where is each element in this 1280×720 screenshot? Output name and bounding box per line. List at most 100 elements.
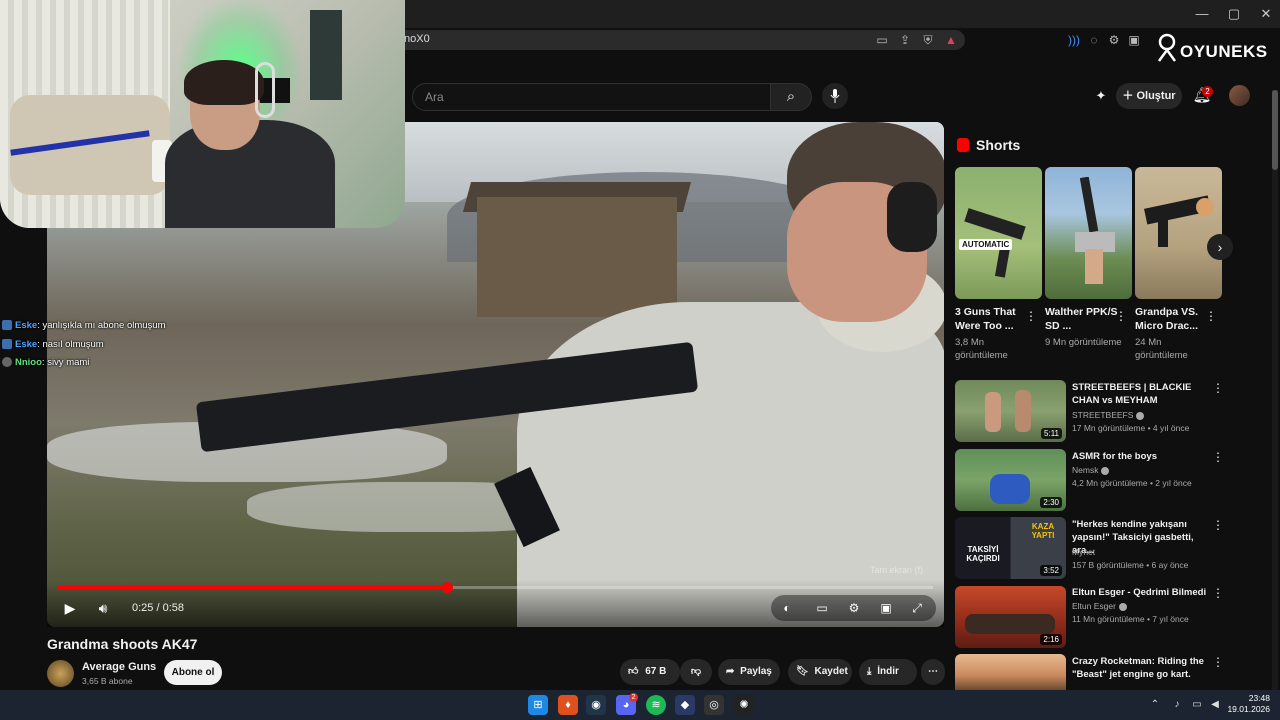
share-label: Paylaş	[740, 666, 772, 677]
play-button[interactable]: ▶	[60, 598, 80, 618]
sparkle-icon[interactable]: ✦	[1092, 87, 1110, 105]
platform-icon	[2, 357, 12, 368]
channel-name[interactable]: Average Guns	[82, 661, 156, 673]
shorts-next-button[interactable]: ›	[1207, 234, 1233, 260]
taskbar-clock[interactable]: 23:48 19.01.2026	[1225, 693, 1270, 715]
volume-button[interactable]: 🔊︎	[93, 598, 113, 618]
recommendation-title[interactable]: STREETBEEFS | BLACKIE CHAN vs MEYHAM	[1072, 381, 1210, 407]
microphone-icon	[830, 89, 840, 103]
recommendation-thumbnail[interactable]: TAKSİYİ KAÇIRDI KAZA YAPTI 3:52	[955, 517, 1066, 579]
short-thumbnail[interactable]	[1045, 167, 1132, 299]
page-scrollbar[interactable]	[1272, 90, 1278, 690]
settings-icon[interactable]: ⚙	[1106, 32, 1122, 48]
save-button[interactable]: 🔖︎ Kaydet	[788, 659, 852, 685]
recommendation-thumbnail[interactable]: 2:16	[955, 586, 1066, 648]
search-button[interactable]: ⌕	[770, 83, 812, 111]
brave-browser-icon[interactable]: ♦	[558, 695, 578, 715]
search-input[interactable]: Ara	[412, 83, 772, 111]
more-actions-button[interactable]: ⋯	[921, 659, 945, 685]
share-icon[interactable]: ⇪	[897, 32, 913, 48]
shorts-icon	[957, 138, 969, 152]
shield-icon[interactable]: ⛨	[920, 32, 936, 48]
microphone-tray-icon[interactable]: ♪	[1170, 698, 1184, 712]
webcam-sofa	[10, 95, 170, 195]
recommendation-channel[interactable]: Eltun Esger	[1072, 601, 1127, 611]
scrollbar-thumb[interactable]	[1272, 90, 1278, 170]
thumbs-down-icon: 👎︎	[690, 666, 702, 677]
spotify-icon[interactable]: ≋	[646, 695, 666, 715]
recommendation-menu-icon[interactable]: ⋮	[1212, 381, 1224, 395]
create-button[interactable]: ＋ Oluştur	[1116, 83, 1182, 109]
autoplay-toggle-icon[interactable]: ◐	[778, 600, 796, 616]
recommendation-menu-icon[interactable]: ⋮	[1212, 450, 1224, 464]
recommendation-menu-icon[interactable]: ⋮	[1212, 518, 1224, 532]
short-views: 3,8 Mn görüntüleme	[955, 337, 1008, 361]
fullscreen-icon[interactable]: ⤢	[908, 600, 926, 616]
extension-icon[interactable]: ◌	[1086, 32, 1102, 48]
short-title[interactable]: 3 Guns That Were Too ...	[955, 305, 1030, 333]
oyuneks-mascot-icon	[1157, 33, 1177, 62]
recommendation-menu-icon[interactable]: ⋮	[1212, 586, 1224, 600]
app-icon[interactable]: ◆	[675, 695, 695, 715]
progress-scrubber[interactable]	[441, 582, 453, 593]
short-title[interactable]: Grandpa VS. Micro Drac...	[1135, 305, 1210, 333]
short-title[interactable]: Walther PPK/S SD ...	[1045, 305, 1120, 333]
recommendation-title[interactable]: Crazy Rocketman: Riding the "Beast" jet …	[1072, 655, 1210, 681]
share-button[interactable]: ➦ Paylaş	[718, 659, 780, 685]
video-duration: 2:30	[1040, 497, 1062, 508]
dislike-button[interactable]: 👎︎	[680, 659, 712, 685]
verified-icon	[1101, 466, 1110, 475]
wallet-icon[interactable]: ▣	[1126, 32, 1142, 48]
recommendation-meta: 11 Mn görüntüleme • 7 yıl önce	[1072, 614, 1189, 624]
video-duration: 5:11	[1041, 428, 1062, 439]
clock-time: 23:48	[1248, 693, 1270, 703]
recommendation-menu-icon[interactable]: ⋮	[1212, 655, 1224, 669]
subscribe-button[interactable]: Abone ol	[164, 660, 222, 685]
short-thumbnail[interactable]: AUTOMATIC	[955, 167, 1042, 299]
steam-icon[interactable]: ◉	[586, 695, 606, 715]
short-overlay-text: AUTOMATIC	[959, 239, 1013, 250]
recommendation-thumbnail[interactable]: 5:11	[955, 380, 1066, 442]
chevron-right-icon: ›	[1217, 239, 1223, 255]
recommendation-title[interactable]: Eltun Esger - Qedrimi Bilmedi	[1072, 586, 1210, 599]
short-menu-icon[interactable]: ⋮	[1205, 309, 1217, 323]
recommendation-thumbnail[interactable]	[955, 654, 1066, 690]
close-window-button[interactable]: ✕	[1254, 4, 1278, 24]
tray-chevron-icon[interactable]: ⌃	[1148, 698, 1162, 712]
voice-search-button[interactable]	[822, 83, 848, 109]
recommendation-thumbnail[interactable]: 2:30	[955, 449, 1066, 511]
settings-gear-icon[interactable]: ⚙	[845, 600, 863, 616]
network-icon[interactable]: ▭	[1190, 698, 1204, 712]
short-menu-icon[interactable]: ⋮	[1025, 309, 1037, 323]
chat-username: Eske	[15, 320, 38, 331]
recommendation-meta: 17 Mn görüntüleme • 4 yıl önce	[1072, 423, 1190, 433]
rewards-icon[interactable]: ▲	[943, 32, 959, 48]
recommendation-meta: 4,2 Mn görüntüleme • 2 yıl önce	[1072, 478, 1192, 488]
like-button[interactable]: 👍︎ 67 B	[620, 659, 680, 685]
search-placeholder: Ara	[425, 90, 444, 104]
recommendation-channel[interactable]: Mynet	[1072, 547, 1095, 557]
create-label: Oluştur	[1136, 90, 1176, 102]
platform-icon	[2, 320, 12, 331]
recommendation-channel[interactable]: STREETBEEFS	[1072, 410, 1145, 420]
short-thumbnail[interactable]	[1135, 167, 1222, 299]
cast-icon[interactable]: ▭	[874, 32, 890, 48]
maximize-button[interactable]: ▢	[1222, 4, 1246, 24]
steelseries-icon[interactable]: ✺	[734, 695, 754, 715]
subtitles-icon[interactable]: ▭	[813, 600, 831, 616]
short-menu-icon[interactable]: ⋮	[1115, 309, 1127, 323]
windows-start-icon[interactable]: ⊞	[528, 695, 548, 715]
theater-mode-icon[interactable]: ▣	[877, 600, 895, 616]
chat-message: Nnioo: sivy mami	[2, 357, 89, 368]
speaker-icon[interactable]: ◀	[1208, 698, 1222, 712]
obs-icon[interactable]: ◎	[704, 695, 724, 715]
channel-avatar[interactable]	[47, 660, 74, 687]
recommendation-channel[interactable]: Nemsk	[1072, 465, 1110, 475]
recommendation-title[interactable]: ASMR for the boys	[1072, 450, 1210, 463]
clock-date: 19.01.2026	[1227, 704, 1270, 714]
audio-icon[interactable]: )))	[1066, 32, 1082, 48]
account-avatar[interactable]	[1229, 85, 1250, 106]
download-button[interactable]: ⤓ İndir	[859, 659, 917, 685]
short-pistol-image	[1075, 177, 1115, 284]
minimize-button[interactable]: —	[1190, 4, 1214, 24]
